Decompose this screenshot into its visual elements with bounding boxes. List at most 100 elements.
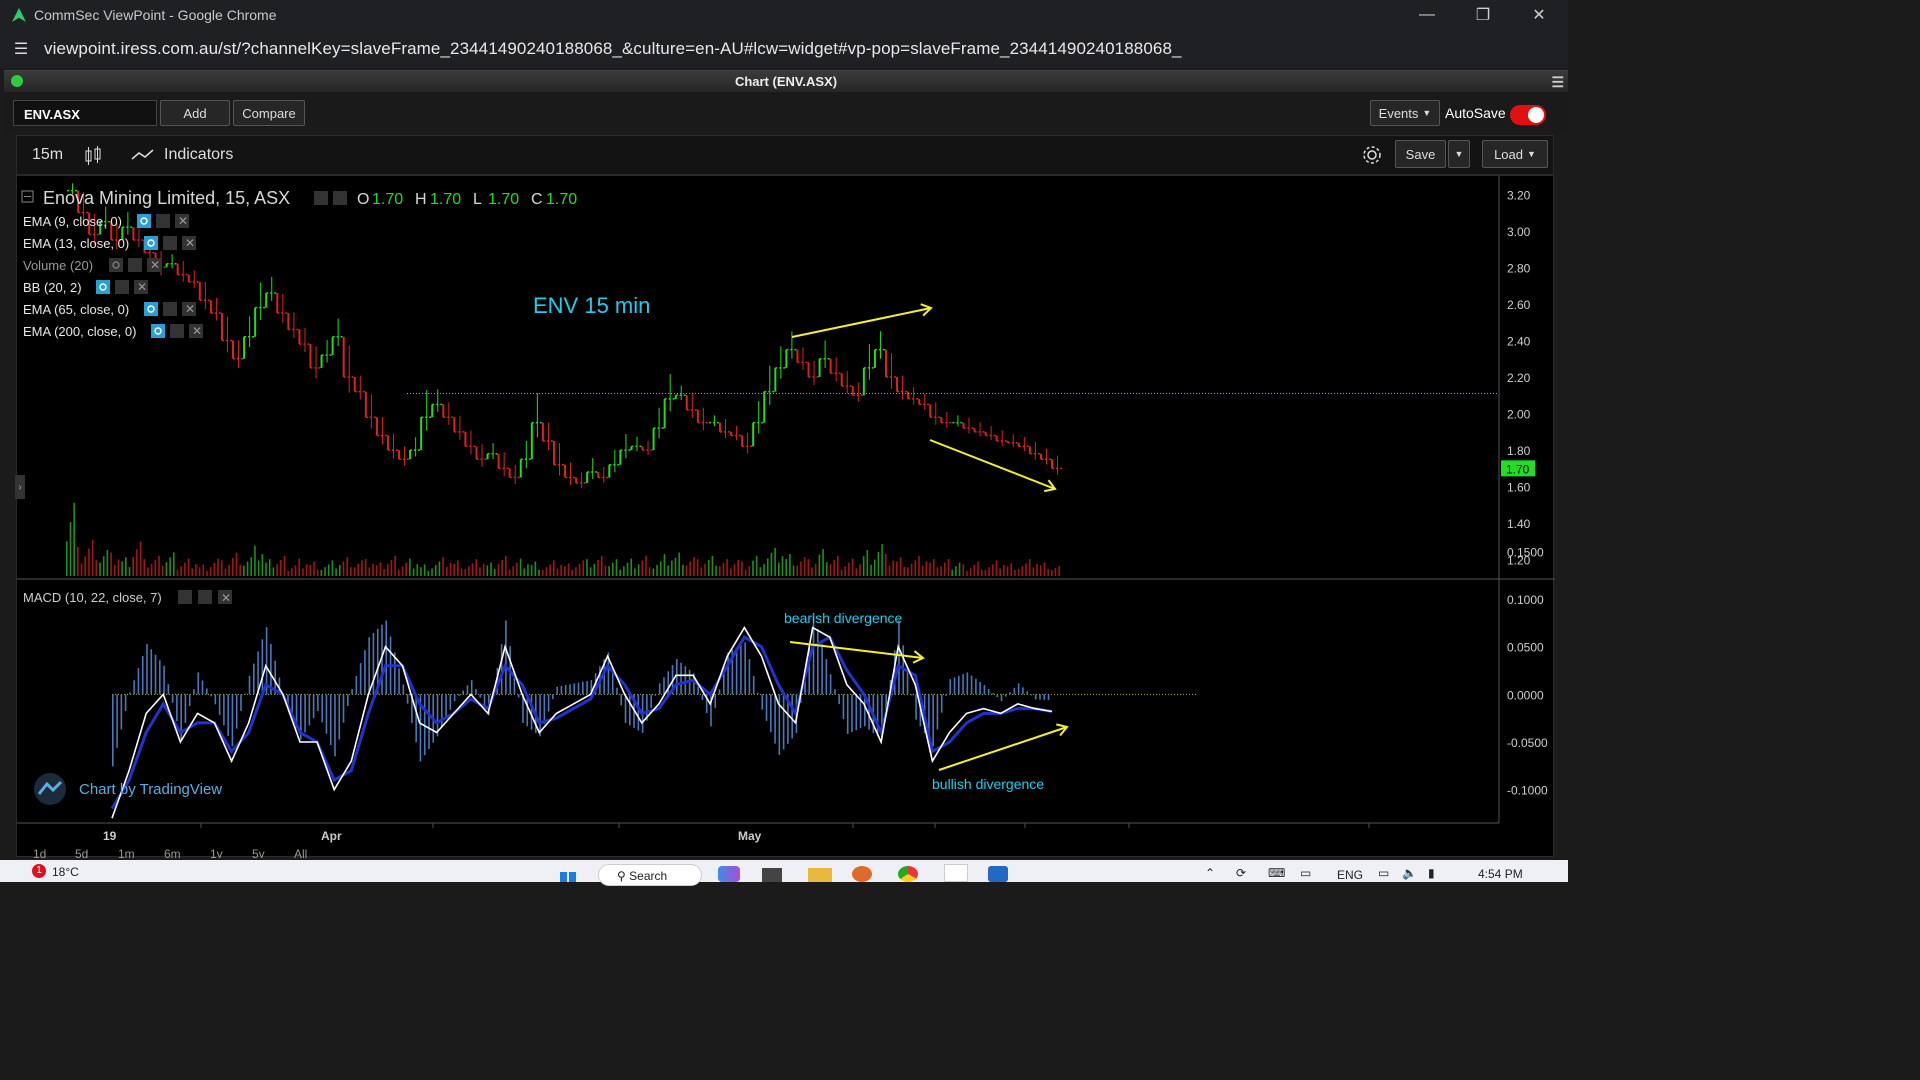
study-settings-icon[interactable]	[156, 214, 170, 228]
volume-bar	[652, 568, 655, 576]
volume-bar	[778, 562, 780, 576]
chrome-icon[interactable]	[898, 866, 918, 882]
macd-histogram-bar	[466, 685, 469, 695]
chart-canvas[interactable]: 3.20 3.00 2.80 2.60 2.40 2.20 2.00 1.80 1.60 1.40…	[16, 175, 1555, 861]
range-button-5d[interactable]: 5d	[75, 847, 88, 861]
macd-histogram-bar	[774, 694, 776, 744]
clock-time[interactable]: 4:54 PM	[1478, 867, 1523, 881]
macd-visibility-icon[interactable]	[178, 590, 192, 604]
volume-bar	[449, 562, 452, 576]
tray-sync-icon[interactable]: ⟳	[1236, 866, 1246, 880]
volume-bar	[464, 569, 467, 576]
range-button-All[interactable]: All	[294, 847, 307, 861]
mail-app-icon[interactable]	[988, 866, 1008, 882]
tradingview-watermark[interactable]: Chart by TradingView	[79, 781, 222, 798]
macd-histogram-bar	[906, 670, 909, 695]
tray-keyboard-icon[interactable]: ⌨	[1268, 866, 1285, 880]
url-field[interactable]: viewpoint.iress.com.au/st/?channelKey=sl…	[44, 39, 1182, 59]
symbol-settings-icon[interactable]	[333, 191, 347, 205]
macd-histogram-bar	[351, 689, 353, 695]
tray-display-icon[interactable]: ▭	[1300, 866, 1311, 880]
volume-bar	[781, 556, 784, 576]
task-view-icon[interactable]	[762, 868, 782, 882]
volume-bar	[571, 570, 574, 576]
autosave-toggle[interactable]	[1510, 105, 1546, 125]
settings-gear-icon[interactable]	[1361, 144, 1383, 171]
windows-start-icon[interactable]	[558, 862, 578, 882]
macd-settings-icon[interactable]	[198, 590, 212, 604]
symbol-input[interactable]: ENV.ASX	[13, 100, 157, 126]
study-settings-icon[interactable]	[170, 324, 184, 338]
save-options-chevron-icon[interactable]: ▼	[1448, 140, 1470, 168]
study-visibility-icon[interactable]	[144, 236, 158, 250]
load-dropdown[interactable]: Load ▼	[1482, 140, 1548, 168]
study-visibility-icon[interactable]	[144, 302, 158, 316]
compare-button[interactable]: Compare	[233, 100, 305, 126]
restore-icon[interactable]: ❐	[1458, 0, 1508, 30]
volume-bar	[929, 562, 931, 576]
macd-histogram-bar	[825, 659, 828, 695]
range-button-1m[interactable]: 1m	[118, 847, 135, 861]
macd-histogram-bar	[761, 694, 764, 710]
add-button[interactable]: Add	[160, 100, 230, 126]
volume-bar	[169, 557, 171, 576]
weather-temp[interactable]: 18°C	[52, 865, 79, 879]
file-explorer-icon[interactable]	[808, 868, 832, 882]
wifi-icon[interactable]: ▭	[1378, 866, 1389, 880]
autosave-label: AutoSave	[1445, 105, 1506, 121]
study-settings-icon[interactable]	[163, 236, 177, 250]
volume-bar	[811, 567, 813, 576]
macd-histogram-bar	[359, 663, 362, 695]
study-visibility-icon[interactable]	[137, 214, 151, 228]
volume-bar	[320, 570, 323, 576]
macd-histogram-bar	[235, 694, 238, 729]
volume-icon[interactable]: 🔈	[1402, 866, 1417, 880]
study-visibility-icon[interactable]	[151, 324, 165, 338]
tray-chevron-icon[interactable]: ⌃	[1205, 866, 1215, 880]
range-button-5y[interactable]: 5y	[252, 847, 265, 861]
battery-icon[interactable]: ▮	[1428, 866, 1435, 880]
indicators-button[interactable]: Indicators	[164, 146, 233, 164]
macd-histogram-bar	[193, 689, 195, 695]
macd-histogram-bar	[680, 662, 682, 695]
close-icon[interactable]: ✕	[1514, 0, 1564, 30]
volume-bar	[305, 564, 308, 576]
hamburger-menu-icon[interactable]: ☰	[1551, 74, 1564, 91]
save-button[interactable]: Save	[1395, 140, 1446, 168]
study-visibility-icon[interactable]	[109, 258, 123, 272]
range-button-1d[interactable]: 1d	[33, 847, 46, 861]
copilot-icon[interactable]	[718, 866, 740, 882]
study-settings-icon[interactable]	[115, 280, 129, 294]
range-button-1y[interactable]: 1y	[210, 847, 223, 861]
firefox-icon[interactable]	[852, 866, 872, 882]
taskbar-app-icon[interactable]	[944, 864, 968, 882]
language-indicator[interactable]: ENG	[1337, 868, 1363, 882]
volume-bar	[235, 552, 238, 576]
site-settings-icon[interactable]: ☰	[10, 38, 32, 60]
chart-svg[interactable]: 3.20 3.00 2.80 2.60 2.40 2.20 2.00 1.80 1.60 1.40…	[17, 176, 1555, 861]
volume-bar	[862, 556, 865, 576]
study-visibility-icon[interactable]	[96, 280, 110, 294]
symbol-visibility-icon[interactable]	[314, 191, 328, 205]
study-remove-glyph: ✕	[178, 214, 188, 228]
volume-bar	[722, 562, 725, 576]
volume-bar	[73, 502, 75, 576]
ohlc-key: H	[415, 191, 427, 208]
volume-bar	[969, 568, 972, 576]
volume-bar	[659, 561, 662, 576]
study-settings-icon[interactable]	[128, 258, 142, 272]
minimize-icon[interactable]: —	[1402, 0, 1452, 30]
expand-sidebar-icon[interactable]: ›	[15, 475, 25, 499]
candle-style-icon[interactable]	[84, 146, 102, 171]
volume-bar	[663, 554, 666, 576]
range-button-6m[interactable]: 6m	[164, 847, 181, 861]
events-label: Events	[1378, 105, 1419, 121]
indicators-icon[interactable]	[131, 146, 155, 169]
weather-alert-icon[interactable]: 1	[32, 864, 46, 878]
volume-bar	[626, 562, 629, 576]
study-settings-icon[interactable]	[163, 302, 177, 316]
events-dropdown[interactable]: Events ▼	[1370, 100, 1440, 126]
taskbar-search-box[interactable]: ⚲ Search	[598, 864, 702, 886]
connection-status-icon	[11, 75, 23, 87]
interval-selector[interactable]: 15m	[32, 146, 63, 164]
